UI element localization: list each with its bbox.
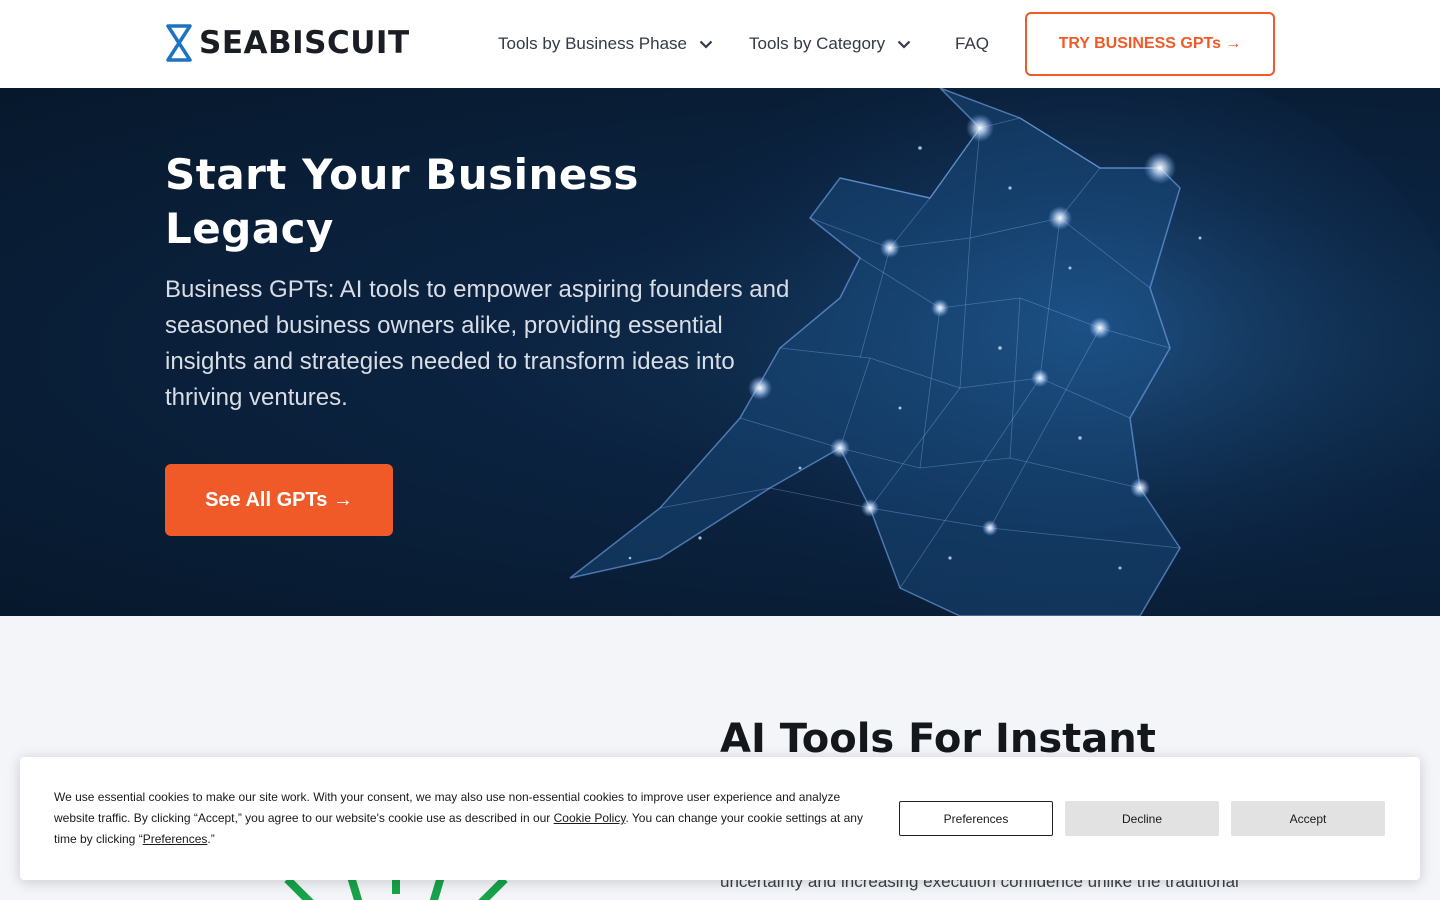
- nav-label: Tools by Category: [749, 34, 886, 53]
- cookie-text-part: .”: [207, 832, 215, 846]
- cookie-policy-link[interactable]: Cookie Policy: [554, 811, 626, 825]
- logo[interactable]: SEABISCUIT: [165, 24, 410, 62]
- hero-title: Start Your Business Legacy: [165, 150, 639, 253]
- nav-tools-by-category[interactable]: Tools by Category: [749, 32, 911, 56]
- hero-subtitle: Business GPTs: AI tools to empower aspir…: [165, 276, 790, 411]
- try-business-gpts-button[interactable]: TRY BUSINESS GPTs →: [1025, 12, 1275, 76]
- chevron-down-icon: [897, 32, 911, 56]
- cookie-banner: We use essential cookies to make our sit…: [20, 757, 1420, 880]
- cookie-decline-button[interactable]: Decline: [1065, 801, 1219, 836]
- chevron-down-icon: [699, 32, 713, 56]
- see-all-gpts-button[interactable]: See All GPTs →: [165, 464, 393, 536]
- cookie-preferences-button[interactable]: Preferences: [899, 801, 1053, 836]
- nav-faq[interactable]: FAQ: [955, 32, 989, 56]
- cookie-text: We use essential cookies to make our sit…: [54, 787, 874, 850]
- cookie-accept-button[interactable]: Accept: [1231, 801, 1385, 836]
- nav-label: Tools by Business Phase: [498, 34, 687, 53]
- preferences-link[interactable]: Preferences: [143, 832, 208, 846]
- nav-tools-by-business-phase[interactable]: Tools by Business Phase: [498, 32, 713, 56]
- logo-text: SEABISCUIT: [199, 25, 410, 61]
- seabiscuit-logo-icon: [166, 24, 192, 62]
- hero-section: Start Your Business Legacy Business GPTs…: [0, 88, 1440, 616]
- site-header: SEABISCUIT Tools by Business Phase Tools…: [0, 0, 1440, 88]
- nav-label: FAQ: [955, 34, 990, 53]
